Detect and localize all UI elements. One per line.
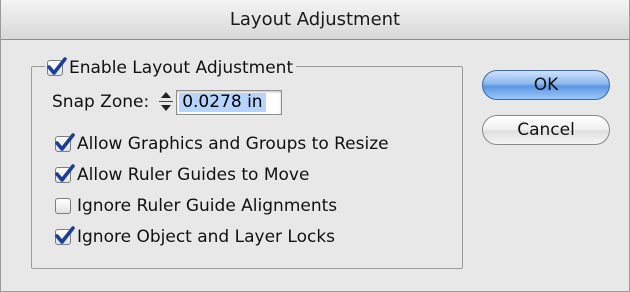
checkmark-icon <box>55 226 75 244</box>
cancel-button[interactable]: Cancel <box>482 115 610 145</box>
checkmark-icon <box>55 164 75 182</box>
option-label: Allow Graphics and Groups to Resize <box>77 134 389 154</box>
snap-zone-stepper[interactable] <box>158 90 174 114</box>
enable-layout-adjustment-checkbox[interactable]: Enable Layout Adjustment <box>45 56 297 80</box>
stepper-divider <box>159 101 174 102</box>
option-label: Ignore Ruler Guide Alignments <box>77 196 338 216</box>
option-allow-ruler-guides-move[interactable]: Allow Ruler Guides to Move <box>55 163 309 187</box>
checkbox-icon[interactable] <box>55 226 75 245</box>
title-bar[interactable]: Layout Adjustment <box>1 0 629 40</box>
checkbox-icon[interactable] <box>55 198 71 214</box>
snap-zone-value: 0.0278 in <box>179 92 266 112</box>
stepper-down-icon[interactable] <box>161 105 172 111</box>
enable-layout-adjustment-label: Enable Layout Adjustment <box>69 58 294 78</box>
checkbox-icon[interactable] <box>55 164 75 183</box>
checkbox-icon[interactable] <box>47 57 67 76</box>
option-ignore-object-layer-locks[interactable]: Ignore Object and Layer Locks <box>55 225 335 249</box>
snap-zone-label: Snap Zone: <box>52 92 150 112</box>
snap-zone-row: Snap Zone: 0.0278 in <box>52 89 283 115</box>
checkmark-icon <box>55 133 75 151</box>
checkbox-icon[interactable] <box>55 133 75 152</box>
stepper-up-icon[interactable] <box>161 92 172 98</box>
checkmark-icon <box>47 57 67 75</box>
layout-adjustment-dialog: Layout Adjustment Enable Layout Adjustme… <box>0 0 630 292</box>
option-label: Allow Ruler Guides to Move <box>77 165 310 185</box>
snap-zone-input[interactable]: 0.0278 in <box>176 89 283 115</box>
dialog-title: Layout Adjustment <box>229 9 401 30</box>
option-ignore-ruler-guide-alignments[interactable]: Ignore Ruler Guide Alignments <box>55 194 337 218</box>
option-label: Ignore Object and Layer Locks <box>77 227 336 247</box>
ok-button[interactable]: OK <box>482 70 610 100</box>
option-allow-graphics-resize[interactable]: Allow Graphics and Groups to Resize <box>55 132 389 156</box>
